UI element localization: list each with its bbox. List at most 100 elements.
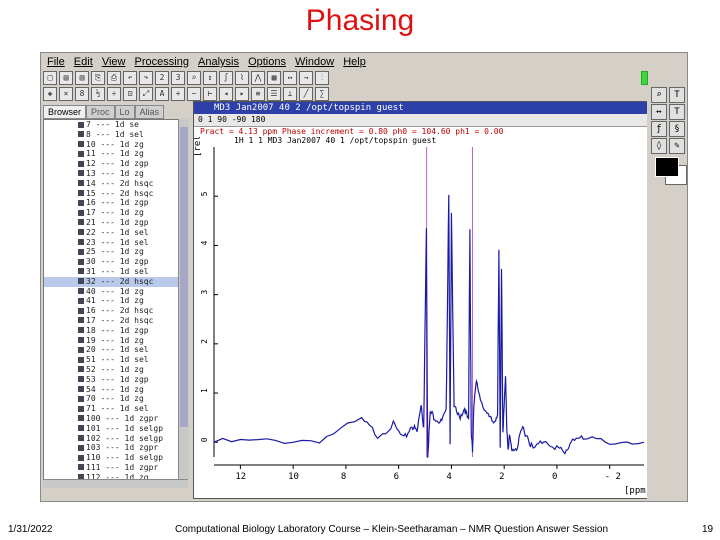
browser-row[interactable]: 30 --- 1d zgp — [44, 257, 178, 267]
shift-icon[interactable]: ↔ — [283, 71, 297, 85]
menu-help[interactable]: Help — [343, 53, 366, 71]
brush-icon[interactable]: ✎ — [669, 138, 685, 154]
zoom-icon[interactable]: ⌕ — [187, 71, 201, 85]
browser-row[interactable]: 22 --- 1d sel — [44, 228, 178, 238]
browser-horizontal-scrollbar[interactable] — [43, 479, 188, 488]
browser-row[interactable]: 71 --- 1d sel — [44, 404, 178, 414]
browser-vertical-scrollbar[interactable] — [178, 119, 189, 479]
foreground-color-swatch[interactable] — [655, 157, 679, 177]
browser-row[interactable]: 40 --- 1d zg — [44, 287, 178, 297]
overlay-icon[interactable]: ≡ — [251, 87, 265, 101]
dataset-icon — [78, 131, 84, 138]
zoom-icon[interactable]: ⌕ — [651, 87, 667, 103]
browser-row[interactable]: 19 --- 1d zg — [44, 336, 178, 346]
browser-row[interactable]: 25 --- 1d zg — [44, 247, 178, 257]
menu-window[interactable]: Window — [295, 53, 334, 71]
browser-row[interactable]: 70 --- 1d zg — [44, 394, 178, 404]
menu-options[interactable]: Options — [248, 53, 286, 71]
browser-row[interactable]: 111 --- 1d zgpr — [44, 463, 178, 473]
fit-icon[interactable]: ⊡ — [123, 87, 137, 101]
browser-row-label: 70 --- 1d zg — [86, 394, 144, 404]
browser-row[interactable]: 17 --- 1d zg — [44, 208, 178, 218]
browser-row[interactable]: 17 --- 2d hsqc — [44, 316, 178, 326]
browser-row[interactable]: 12 --- 1d zgp — [44, 159, 178, 169]
stack-icon[interactable]: ☰ — [267, 87, 281, 101]
expand-icon[interactable]: ⤢ — [139, 87, 153, 101]
peak-icon[interactable]: ⋀ — [251, 71, 265, 85]
line-icon[interactable]: ╱ — [299, 87, 313, 101]
browser-row[interactable]: 10 --- 1d zg — [44, 140, 178, 150]
browser-row[interactable]: 101 --- 1d selgp — [44, 424, 178, 434]
browser-row[interactable]: 32 --- 2d hsqc — [44, 276, 178, 287]
measure-icon[interactable]: ⊥ — [283, 87, 297, 101]
script-icon[interactable]: § — [669, 121, 685, 137]
menu-edit[interactable]: Edit — [74, 53, 93, 71]
tab-proc[interactable]: Proc — [86, 105, 115, 119]
tab-alias[interactable]: Alias — [134, 105, 165, 119]
browser-row[interactable]: 54 --- 1d zg — [44, 385, 178, 395]
browser-row[interactable]: 18 --- 1d zgp — [44, 326, 178, 336]
redo-icon[interactable]: ↷ — [139, 71, 153, 85]
browser-row[interactable]: 21 --- 1d zgp — [44, 218, 178, 228]
ruler-icon[interactable]: ⊢ — [203, 87, 217, 101]
browser-row[interactable]: 41 --- 1d zg — [44, 296, 178, 306]
undo-icon[interactable]: ↶ — [123, 71, 137, 85]
fill-icon[interactable]: ◊ — [651, 138, 667, 154]
menu-view[interactable]: View — [102, 53, 126, 71]
browser-row[interactable]: 51 --- 1d sel — [44, 355, 178, 365]
open-icon[interactable]: ▤ — [59, 71, 73, 85]
zoom-in-icon[interactable]: + — [171, 87, 185, 101]
move-icon[interactable]: ↔ — [651, 104, 667, 120]
browser-row[interactable]: 20 --- 1d sel — [44, 345, 178, 355]
browser-row[interactable]: 23 --- 1d sel — [44, 238, 178, 248]
3d-icon[interactable]: 3 — [171, 71, 185, 85]
browser-row[interactable]: 13 --- 1d zg — [44, 169, 178, 179]
browser-row[interactable]: 31 --- 1d sel — [44, 267, 178, 277]
spectrum-plot[interactable]: [rel] 1H 1 1 MD3 Jan2007 40 1 /opt/topsp… — [194, 130, 650, 497]
scroll-thumb[interactable] — [180, 127, 188, 427]
multiply-icon[interactable]: × — [59, 87, 73, 101]
browser-row[interactable]: 53 --- 1d zgp — [44, 375, 178, 385]
text-icon[interactable]: T — [669, 87, 685, 103]
browser-row[interactable]: 7 --- 1d se — [44, 120, 178, 130]
arrow-icon[interactable]: → — [299, 71, 313, 85]
browser-row[interactable]: 8 --- 1d sel — [44, 130, 178, 140]
browser-row[interactable]: 100 --- 1d zgpr — [44, 414, 178, 424]
baseline-icon[interactable]: ⌇ — [235, 71, 249, 85]
text-tool-icon[interactable]: T — [669, 104, 685, 120]
pen-icon[interactable]: ƒ — [651, 121, 667, 137]
browser-row[interactable]: 11 --- 1d zg — [44, 149, 178, 159]
browser-row[interactable]: 52 --- 1d zg — [44, 365, 178, 375]
browser-row[interactable]: 110 --- 1d selgp — [44, 453, 178, 463]
phase-controls[interactable]: 0 1 90 -90 180 — [194, 114, 650, 127]
browser-row[interactable]: 16 --- 1d zgp — [44, 198, 178, 208]
browser-row[interactable]: 16 --- 2d hsqc — [44, 306, 178, 316]
integrate-icon[interactable]: ∫ — [219, 71, 233, 85]
tab-lo[interactable]: Lo — [114, 105, 135, 119]
phase-icon[interactable]: ↕ — [203, 71, 217, 85]
menu-processing[interactable]: Processing — [135, 53, 189, 71]
browser-row[interactable]: 15 --- 2d hsqc — [44, 189, 178, 199]
shift-left-icon[interactable]: ◂ — [219, 87, 233, 101]
print-icon[interactable]: ⎙ — [107, 71, 121, 85]
browser-row[interactable]: 14 --- 2d hsqc — [44, 179, 178, 189]
menu-analysis[interactable]: Analysis — [198, 53, 239, 71]
half-icon[interactable]: ½ — [91, 87, 105, 101]
split-icon[interactable]: ⫶ — [315, 71, 329, 85]
sum-icon[interactable]: ∑ — [315, 87, 329, 101]
menu-file[interactable]: File — [47, 53, 65, 71]
mul8-icon[interactable]: 8 — [75, 87, 89, 101]
2d-icon[interactable]: 2 — [155, 71, 169, 85]
copy-icon[interactable]: ⎘ — [91, 71, 105, 85]
tab-browser[interactable]: Browser — [43, 105, 87, 119]
zoom-out-icon[interactable]: − — [187, 87, 201, 101]
new-file-icon[interactable]: □ — [43, 71, 57, 85]
divide-icon[interactable]: ÷ — [107, 87, 121, 101]
shift-right-icon[interactable]: ▸ — [235, 87, 249, 101]
browser-row[interactable]: 103 --- 1d zgpr — [44, 443, 178, 453]
a-icon[interactable]: A — [155, 87, 169, 101]
grid-icon[interactable]: ▦ — [267, 71, 281, 85]
nmr-icon[interactable]: ◈ — [43, 87, 57, 101]
browser-row[interactable]: 102 --- 1d selgp — [44, 434, 178, 444]
save-icon[interactable]: ▥ — [75, 71, 89, 85]
